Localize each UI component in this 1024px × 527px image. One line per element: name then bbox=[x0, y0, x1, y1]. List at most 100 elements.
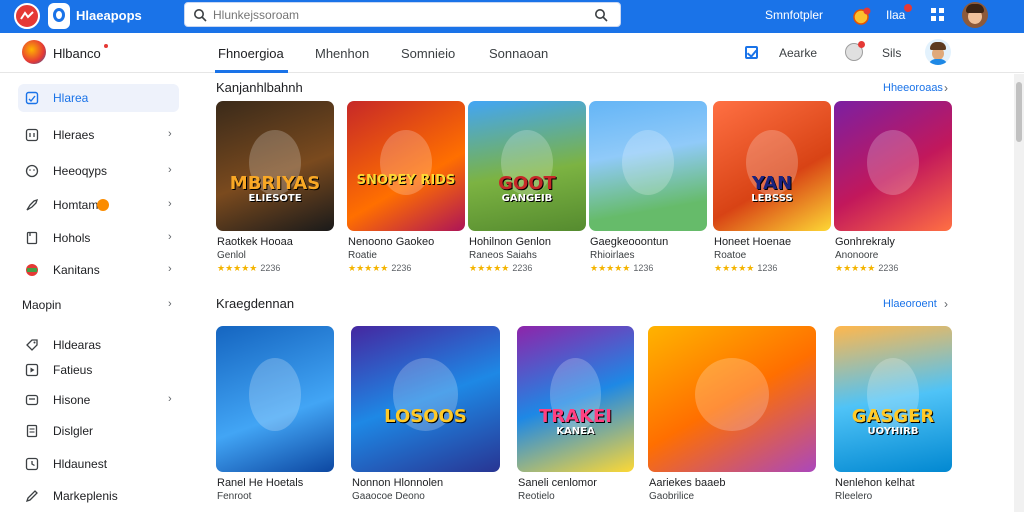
section-title: Kraegdennan bbox=[216, 296, 295, 311]
search-input[interactable] bbox=[213, 6, 573, 24]
app-subtitle: Roatoe bbox=[714, 250, 747, 261]
top-nav-link[interactable]: Smnfotpler bbox=[765, 8, 823, 22]
app-card[interactable]: Gonhrekraly Anonoore ★★★★★ 2236 bbox=[834, 101, 952, 286]
chevron-right-icon: › bbox=[168, 393, 172, 405]
app-title[interactable]: Nonnon Hlonnolen bbox=[352, 477, 443, 489]
app-title[interactable]: Nenlehon kelhat bbox=[835, 477, 915, 489]
app-title[interactable]: Raotkek Hooaa bbox=[217, 236, 293, 248]
app-thumbnail[interactable] bbox=[648, 326, 816, 472]
new-badge bbox=[97, 199, 109, 211]
rating-count: 2236 bbox=[260, 263, 281, 273]
subbar-label-2[interactable]: Sils bbox=[882, 46, 901, 60]
tab-1[interactable]: Mhenhon bbox=[315, 46, 369, 61]
rating-stars-icon: ★★★★★ bbox=[714, 263, 755, 273]
chevron-right-icon[interactable]: › bbox=[944, 81, 948, 95]
app-name: Hlaeapops bbox=[76, 8, 142, 23]
app-thumbnail[interactable] bbox=[834, 101, 952, 231]
sidebar-item[interactable]: Homtam › bbox=[18, 191, 179, 219]
rating-count: 2236 bbox=[878, 263, 899, 273]
subbar-label-1[interactable]: Aearke bbox=[779, 46, 817, 60]
thumbnail-title-art: GASGER bbox=[851, 406, 935, 428]
tab-3[interactable]: Sonnaoan bbox=[489, 46, 548, 61]
thumbnail-subtitle-art: LEBSSS bbox=[751, 192, 793, 204]
profile-avatar[interactable] bbox=[925, 39, 951, 65]
sidebar: Hlarea Hleraes › Heeoqyps › Homtam › Hohols › Kan… bbox=[0, 74, 195, 512]
app-card[interactable]: TRAKEI KANEA Saneli cenlomor Reotielo bbox=[517, 326, 634, 527]
app-title[interactable]: Saneli cenlomor bbox=[518, 477, 597, 489]
tab-2[interactable]: Somnieio bbox=[401, 46, 455, 61]
sidebar-item-label: Hlarea bbox=[53, 91, 89, 105]
app-thumbnail[interactable]: TRAKEI KANEA bbox=[517, 326, 634, 472]
character-illustration bbox=[867, 129, 919, 195]
app-card[interactable]: LOSOOS Nonnon Hlonnolen Gaaocoe Deono bbox=[351, 326, 500, 527]
sidebar-item[interactable]: Hleraes › bbox=[18, 121, 179, 149]
thumbnail-subtitle-art: KANEA bbox=[556, 426, 595, 438]
sidebar-item[interactable]: Heeoqyps › bbox=[18, 157, 179, 185]
coin-icon[interactable] bbox=[852, 6, 872, 26]
app-thumbnail[interactable]: LOSOOS bbox=[351, 326, 500, 472]
app-thumbnail[interactable]: GASGER UOYHIRB bbox=[834, 326, 952, 472]
app-thumbnail[interactable]: GOOT GANGEIB bbox=[468, 101, 586, 231]
app-thumbnail[interactable]: SNOPEY RIDS bbox=[347, 101, 465, 231]
rating-count: 1236 bbox=[633, 263, 654, 273]
play-icon bbox=[25, 363, 39, 377]
sidebar-item[interactable]: Dislgler bbox=[18, 417, 179, 445]
app-thumbnail[interactable] bbox=[216, 326, 334, 472]
tab-0[interactable]: Fhnoergioa bbox=[218, 46, 284, 61]
apps-grid-icon[interactable] bbox=[930, 7, 946, 23]
app-logo-icon[interactable] bbox=[14, 3, 40, 29]
app-thumbnail[interactable]: YAN LEBSSS bbox=[713, 101, 831, 231]
app-card[interactable]: MBRIYAS ELIESOTE Raotkek Hooaa Genlol ★★★★★ 2… bbox=[216, 101, 334, 286]
thumbnail-title-art: GOOT bbox=[498, 172, 556, 194]
scrollbar-thumb[interactable] bbox=[1016, 82, 1022, 142]
see-more-link[interactable]: Hheeoroaas bbox=[883, 82, 943, 94]
app-title[interactable]: Honeet Hoenae bbox=[714, 236, 791, 248]
sidebar-item-label: Heeoqyps bbox=[53, 164, 108, 178]
sub-header: Hlbanco Fhnoergioa Mhenhon Somnieio Sonn… bbox=[0, 33, 1024, 73]
app-title[interactable]: Ranel He Hoetals bbox=[217, 477, 303, 489]
sidebar-item[interactable]: Markeplenis bbox=[18, 482, 179, 510]
app-card[interactable]: Ranel He Hoetals Fenroot bbox=[216, 326, 334, 527]
app-card[interactable]: YAN LEBSSS Honeet Hoenae Roatoe ★★★★★ 1236 bbox=[713, 101, 831, 286]
store-logo-icon[interactable] bbox=[22, 40, 46, 64]
app-thumbnail[interactable]: MBRIYAS ELIESOTE bbox=[216, 101, 334, 231]
app-subtitle: Fenroot bbox=[217, 491, 252, 502]
brand-logo-icon[interactable] bbox=[48, 3, 70, 29]
app-subtitle: Rleelero bbox=[835, 491, 873, 502]
active-tab-indicator bbox=[215, 70, 288, 73]
app-card[interactable]: Aariekes baaeb Gaobrilice bbox=[648, 326, 816, 527]
app-title[interactable]: Aariekes baaeb bbox=[649, 477, 725, 489]
sidebar-item[interactable]: Hohols › bbox=[18, 224, 179, 252]
rating-stars: ★★★★★ 2236 bbox=[835, 263, 898, 274]
sidebar-item[interactable]: Hisone › bbox=[18, 386, 179, 414]
sidebar-item[interactable]: Fatieus bbox=[18, 356, 179, 384]
search-submit-icon[interactable] bbox=[594, 8, 608, 22]
app-card[interactable]: SNOPEY RIDS Nenoono Gaokeo Roatie ★★★★★ 2236 bbox=[347, 101, 465, 286]
app-thumbnail[interactable] bbox=[589, 101, 707, 231]
sidebar-item[interactable]: Hlarea bbox=[18, 84, 179, 112]
checkbox-icon[interactable] bbox=[745, 46, 758, 59]
app-card[interactable]: Gaegkeooontun Rhioirlaes ★★★★★ 1236 bbox=[589, 101, 707, 286]
app-title[interactable]: Nenoono Gaokeo bbox=[348, 236, 434, 248]
notifications-label: Ilaa bbox=[886, 8, 906, 22]
robot-icon[interactable] bbox=[845, 41, 865, 61]
app-title[interactable]: Gonhrekraly bbox=[835, 236, 895, 248]
notifications-button[interactable]: Ilaa bbox=[886, 4, 912, 28]
search-box[interactable] bbox=[184, 2, 621, 27]
thumbnail-title-art: SNOPEY RIDS bbox=[356, 172, 456, 188]
sidebar-item[interactable]: Hldearas bbox=[18, 331, 179, 359]
rating-stars-icon: ★★★★★ bbox=[469, 263, 510, 273]
sidebar-item-label: Hldaunest bbox=[53, 457, 108, 471]
app-title[interactable]: Gaegkeooontun bbox=[590, 236, 668, 248]
bookmark-icon bbox=[25, 231, 39, 245]
sidebar-item[interactable]: Kanitans › bbox=[18, 256, 179, 284]
app-card[interactable]: GASGER UOYHIRB Nenlehon kelhat Rleelero bbox=[834, 326, 952, 527]
sidebar-item[interactable]: Hldaunest bbox=[18, 450, 179, 478]
see-more-link[interactable]: Hlaeoroent bbox=[883, 298, 937, 310]
cart-icon bbox=[25, 393, 39, 407]
user-avatar[interactable] bbox=[962, 2, 988, 28]
chevron-right-icon[interactable]: › bbox=[944, 297, 948, 311]
chevron-right-icon[interactable]: › bbox=[168, 298, 172, 310]
app-card[interactable]: GOOT GANGEIB Hohilnon Genlon Raneos Saiahs ★… bbox=[468, 101, 586, 286]
app-title[interactable]: Hohilnon Genlon bbox=[469, 236, 551, 248]
